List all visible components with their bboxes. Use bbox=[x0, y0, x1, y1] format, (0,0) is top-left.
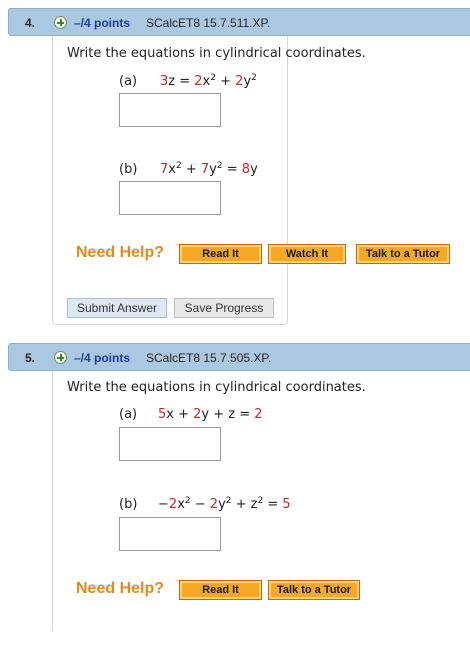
need-help-label: Need Help? bbox=[76, 244, 165, 261]
talk-to-tutor-button[interactable]: Talk to a Tutor bbox=[356, 244, 450, 264]
part-a-label: (a) bbox=[119, 407, 138, 422]
read-it-button[interactable]: Read It bbox=[179, 580, 262, 600]
question-prompt: Write the equations in cylindrical coord… bbox=[67, 46, 366, 61]
question-prompt: Write the equations in cylindrical coord… bbox=[67, 380, 366, 395]
question-5-header: 5. –/4 points SCalcET8 15.7.505.XP. bbox=[8, 343, 470, 371]
read-it-button[interactable]: Read It bbox=[179, 244, 262, 264]
equation-b: −2x2 − 2y2 + z2 = 5 bbox=[158, 496, 291, 513]
save-progress-button[interactable]: Save Progress bbox=[174, 298, 274, 318]
talk-to-tutor-button[interactable]: Talk to a Tutor bbox=[268, 580, 360, 600]
question-4-header: 4. –/4 points SCalcET8 15.7.511.XP. bbox=[8, 8, 470, 36]
equation-a: 5x + 2y + z = 2 bbox=[158, 407, 263, 422]
plus-circle-icon[interactable] bbox=[54, 16, 67, 29]
answer-input-b[interactable] bbox=[119, 181, 221, 215]
equation-a: 3z = 2x2 + 2y2 bbox=[160, 73, 257, 90]
part-b-label: (b) bbox=[119, 162, 138, 177]
plus-circle-icon[interactable] bbox=[54, 351, 67, 364]
part-a-label: (a) bbox=[119, 74, 138, 89]
question-id: SCalcET8 15.7.511.XP. bbox=[146, 16, 271, 30]
answer-input-a[interactable] bbox=[119, 427, 221, 461]
watch-it-button[interactable]: Watch It bbox=[268, 244, 346, 264]
answer-input-b[interactable] bbox=[119, 517, 221, 551]
points-label: –/4 points bbox=[74, 351, 131, 365]
points-label: –/4 points bbox=[74, 16, 131, 30]
answer-input-a[interactable] bbox=[119, 93, 221, 127]
need-help-label: Need Help? bbox=[76, 580, 165, 597]
question-number: 4. bbox=[25, 16, 36, 30]
question-id: SCalcET8 15.7.505.XP. bbox=[146, 351, 272, 365]
question-number: 5. bbox=[25, 351, 36, 365]
part-b-label: (b) bbox=[119, 497, 138, 512]
equation-b: 7x2 + 7y2 = 8y bbox=[160, 161, 258, 178]
submit-answer-button[interactable]: Submit Answer bbox=[67, 298, 167, 318]
